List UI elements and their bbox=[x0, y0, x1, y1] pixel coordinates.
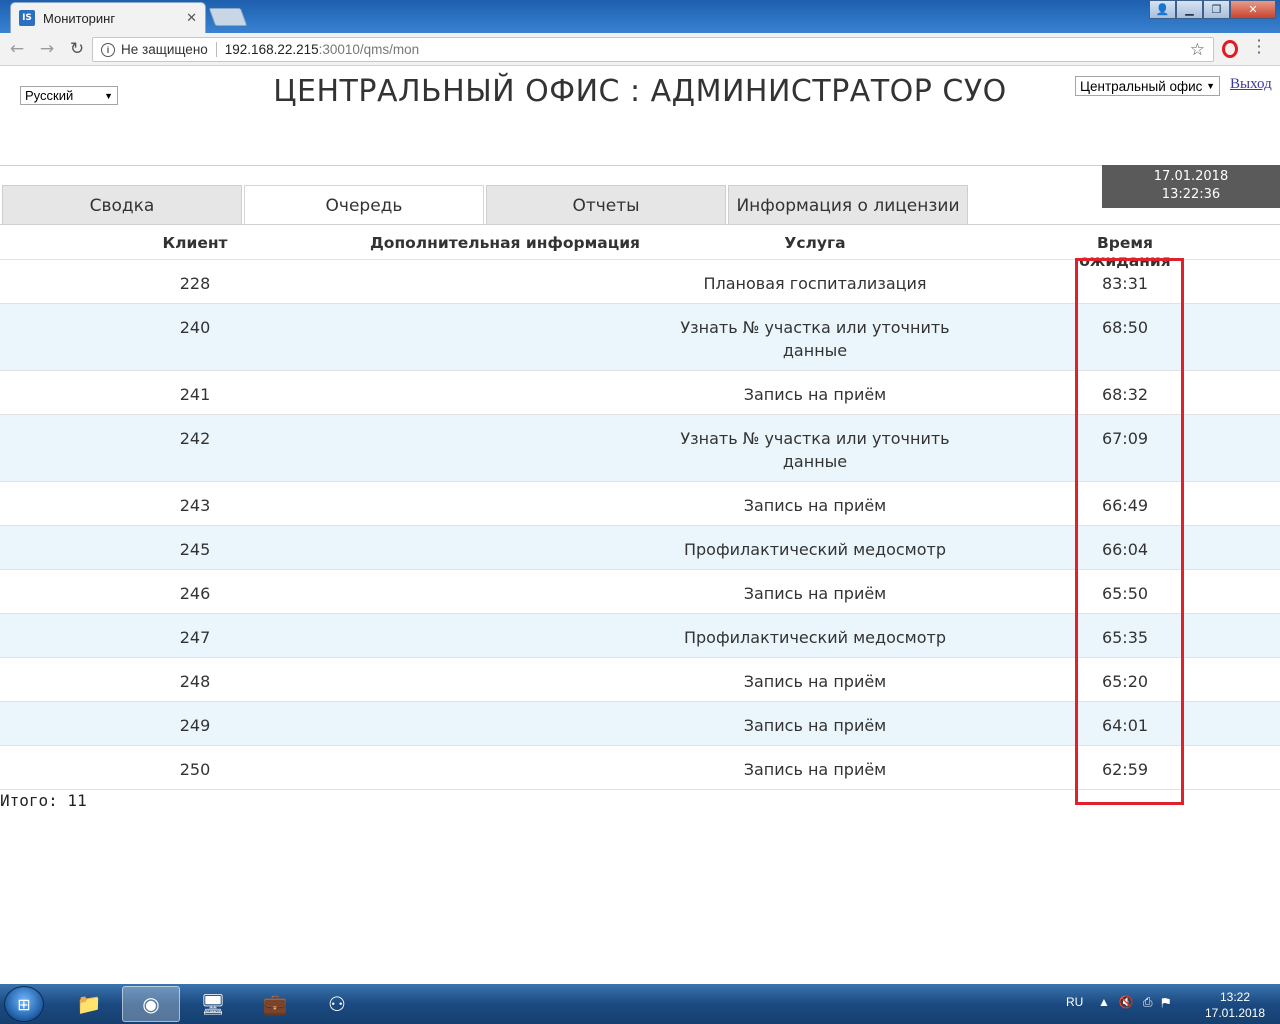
tray-time: 13:22 bbox=[1219, 990, 1251, 1004]
tray-clock[interactable]: 13:22 17.01.2018 bbox=[1196, 989, 1274, 1021]
new-tab-button[interactable] bbox=[208, 8, 248, 26]
current-date: 17.01.2018 bbox=[1153, 169, 1229, 184]
service-cell: Запись на приём bbox=[743, 584, 887, 603]
window-close-icon[interactable]: ✕ bbox=[1230, 0, 1276, 19]
client-cell: 228 bbox=[179, 274, 211, 293]
app-favicon-icon: IS bbox=[19, 10, 35, 26]
service-cell: Профилактический медосмотр bbox=[683, 628, 946, 647]
tab-summary[interactable]: Сводка bbox=[2, 185, 242, 225]
service-cell: Запись на приём bbox=[743, 496, 887, 515]
tray-icons[interactable]: ▲🔇⎙⚑ bbox=[1098, 995, 1179, 1010]
chrome-icon[interactable]: ◉ bbox=[122, 986, 180, 1022]
office-select[interactable]: Центральный офис ▼ bbox=[1075, 76, 1220, 96]
client-cell: 242 bbox=[179, 429, 211, 448]
wait-time-highlight-box bbox=[1075, 258, 1184, 805]
client-cell: 247 bbox=[179, 628, 211, 647]
service-cell: Запись на приём bbox=[743, 760, 887, 779]
table-header: Клиент Дополнительная информация Услуга … bbox=[0, 225, 1280, 270]
window-controls: 👤 ▁ ❐ ✕ bbox=[1149, 0, 1276, 19]
client-cell: 249 bbox=[179, 716, 211, 735]
tray-date: 17.01.2018 bbox=[1204, 1006, 1266, 1020]
url-host: 192.168.22.215 bbox=[224, 42, 319, 57]
url-path: :30010/qms/mon bbox=[318, 42, 420, 57]
client-cell: 246 bbox=[179, 584, 211, 603]
user-icon[interactable]: 👤 bbox=[1149, 0, 1176, 19]
service-cell: Запись на приём bbox=[743, 672, 887, 691]
close-icon[interactable]: ✕ bbox=[186, 11, 197, 26]
client-cell: 240 bbox=[179, 318, 211, 337]
tab-queue[interactable]: Очередь bbox=[244, 185, 484, 225]
tab-reports[interactable]: Отчеты bbox=[486, 185, 726, 225]
logout-link[interactable]: Выход bbox=[1230, 76, 1272, 93]
browser-tab[interactable]: IS Мониторинг ✕ bbox=[10, 2, 206, 33]
forward-arrow-icon[interactable]: → bbox=[34, 39, 60, 59]
address-bar[interactable]: i Не защищено 192.168.22.215 :30010/qms/… bbox=[92, 37, 1214, 62]
datetime-panel: 17.01.2018 13:22:36 bbox=[1102, 165, 1280, 208]
taskbar: ⊞ 📁 ◉ 🖥 💼 ⚇ RU ▲🔇⎙⚑ 13:22 17.01.2018 bbox=[0, 984, 1280, 1024]
service-cell: Узнать № участка или уточнить данные bbox=[680, 318, 950, 360]
reload-icon[interactable]: ↻ bbox=[64, 39, 90, 59]
service-cell: Узнать № участка или уточнить данные bbox=[680, 429, 950, 471]
client-cell: 245 bbox=[179, 540, 211, 559]
security-label[interactable]: Не защищено bbox=[121, 42, 217, 57]
explorer-folder-icon[interactable]: 📁 bbox=[60, 986, 118, 1022]
opera-extension-icon[interactable] bbox=[1222, 40, 1238, 58]
service-cell: Плановая госпитализация bbox=[703, 274, 927, 293]
header-divider bbox=[0, 165, 1280, 166]
current-time: 13:22:36 bbox=[1161, 187, 1221, 202]
total-count: Итого: 11 bbox=[0, 791, 87, 810]
network-people-icon[interactable]: ⚇ bbox=[308, 986, 366, 1022]
page: Русский ▼ ЦЕНТРАЛЬНЫЙ ОФИС : АДМИНИСТРАТ… bbox=[0, 66, 1280, 984]
browser-tabstrip: IS Мониторинг ✕ 👤 ▁ ❐ ✕ bbox=[0, 0, 1280, 33]
back-arrow-icon[interactable]: ← bbox=[4, 39, 30, 59]
main-tabs: Сводка Очередь Отчеты Информация о лицен… bbox=[2, 185, 970, 225]
office-value: Центральный офис bbox=[1080, 78, 1203, 94]
client-cell: 250 bbox=[179, 760, 211, 779]
client-cell: 241 bbox=[179, 385, 211, 404]
tab-title: Мониторинг bbox=[43, 10, 116, 26]
bookmark-star-icon[interactable]: ☆ bbox=[1190, 40, 1205, 60]
input-language[interactable]: RU bbox=[1066, 995, 1083, 1009]
system-tray: RU ▲🔇⎙⚑ 13:22 17.01.2018 bbox=[1060, 984, 1280, 1024]
service-cell: Запись на приём bbox=[743, 716, 887, 735]
dropdown-caret-icon: ▼ bbox=[1206, 81, 1215, 91]
browser-toolbar: ← → ↻ i Не защищено 192.168.22.215 :3001… bbox=[0, 33, 1280, 66]
client-cell: 248 bbox=[179, 672, 211, 691]
service-cell: Профилактический медосмотр bbox=[683, 540, 946, 559]
start-button-windows-icon[interactable]: ⊞ bbox=[4, 986, 44, 1022]
column-header-service[interactable]: Услуга bbox=[650, 234, 980, 252]
minimize-icon[interactable]: ▁ bbox=[1176, 0, 1203, 19]
restore-icon[interactable]: ❐ bbox=[1203, 0, 1230, 19]
kebab-menu-icon[interactable]: · · · bbox=[1254, 33, 1264, 61]
client-cell: 243 bbox=[179, 496, 211, 515]
column-header-client[interactable]: Клиент bbox=[120, 234, 270, 252]
column-header-info[interactable]: Дополнительная информация bbox=[330, 234, 680, 252]
info-icon[interactable]: i bbox=[101, 42, 115, 57]
tab-license-info[interactable]: Информация о лицензии bbox=[728, 185, 968, 225]
briefcase-icon[interactable]: 💼 bbox=[246, 986, 304, 1022]
service-cell: Запись на приём bbox=[743, 385, 887, 404]
remote-desktop-icon[interactable]: 🖥 bbox=[184, 986, 242, 1022]
